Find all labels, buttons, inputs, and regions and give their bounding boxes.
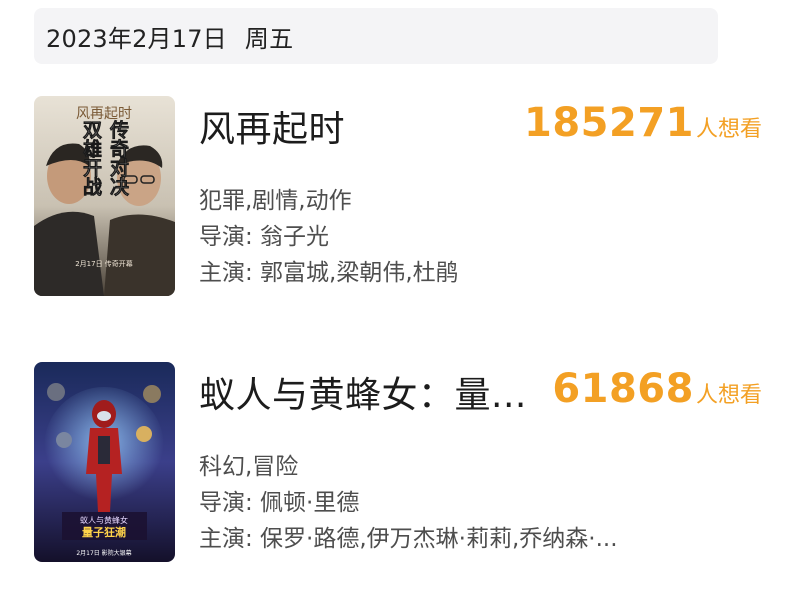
want-to-see-count: 61868 人想看 bbox=[552, 366, 762, 412]
movie-director: 导演: 翁子光 bbox=[199, 224, 330, 250]
movie-title[interactable]: 风再起时 bbox=[199, 100, 345, 152]
poster-release: 2月17日 影院大银幕 bbox=[76, 549, 131, 557]
want-unit: 人想看 bbox=[695, 117, 762, 142]
movie-cast: 主演: 郭富城,梁朝伟,杜鹃 bbox=[199, 260, 459, 286]
movie-genre: 犯罪,剧情,动作 bbox=[199, 188, 352, 214]
movie-card-2[interactable]: 蚁人与黄蜂女 量子狂潮 2月17日 影院大银幕 蚁人与黄蜂女：量... 6186… bbox=[34, 362, 774, 562]
movie-title[interactable]: 蚁人与黄蜂女：量... bbox=[199, 366, 527, 418]
movie-director: 导演: 佩顿·里德 bbox=[199, 490, 360, 516]
movie-genre: 科幻,冒险 bbox=[199, 454, 299, 480]
movie-cast: 主演: 保罗·路德,伊万杰琳·莉莉,乔纳森·... bbox=[199, 526, 618, 552]
want-number: 61868 bbox=[552, 366, 694, 412]
movie-list-page: 2023年2月17日 周五 风再起时 双雄开战 传奇对决 2月17日 传奇开幕 … bbox=[0, 0, 800, 593]
poster-logo: 蚁人与黄蜂女 bbox=[80, 515, 128, 525]
poster-tagline-left: 双雄开战 bbox=[80, 120, 103, 197]
movie-poster-1[interactable]: 风再起时 双雄开战 传奇对决 2月17日 传奇开幕 bbox=[34, 96, 175, 296]
date-label: 2023年2月17日 bbox=[46, 24, 227, 53]
movie-card-1[interactable]: 风再起时 双雄开战 传奇对决 2月17日 传奇开幕 风再起时 185271 人想… bbox=[34, 96, 774, 296]
want-number: 185271 bbox=[523, 100, 694, 146]
poster-subtitle: 量子狂潮 bbox=[82, 525, 126, 539]
poster-tagline-right: 传奇对决 bbox=[107, 119, 130, 197]
want-unit: 人想看 bbox=[695, 383, 762, 408]
want-to-see-count: 185271 人想看 bbox=[524, 100, 762, 146]
weekday-label: 周五 bbox=[244, 24, 294, 53]
movie-poster-2[interactable]: 蚁人与黄蜂女 量子狂潮 2月17日 影院大银幕 bbox=[34, 362, 175, 562]
date-header: 2023年2月17日 周五 bbox=[34, 8, 718, 64]
poster-release: 2月17日 传奇开幕 bbox=[75, 259, 133, 268]
